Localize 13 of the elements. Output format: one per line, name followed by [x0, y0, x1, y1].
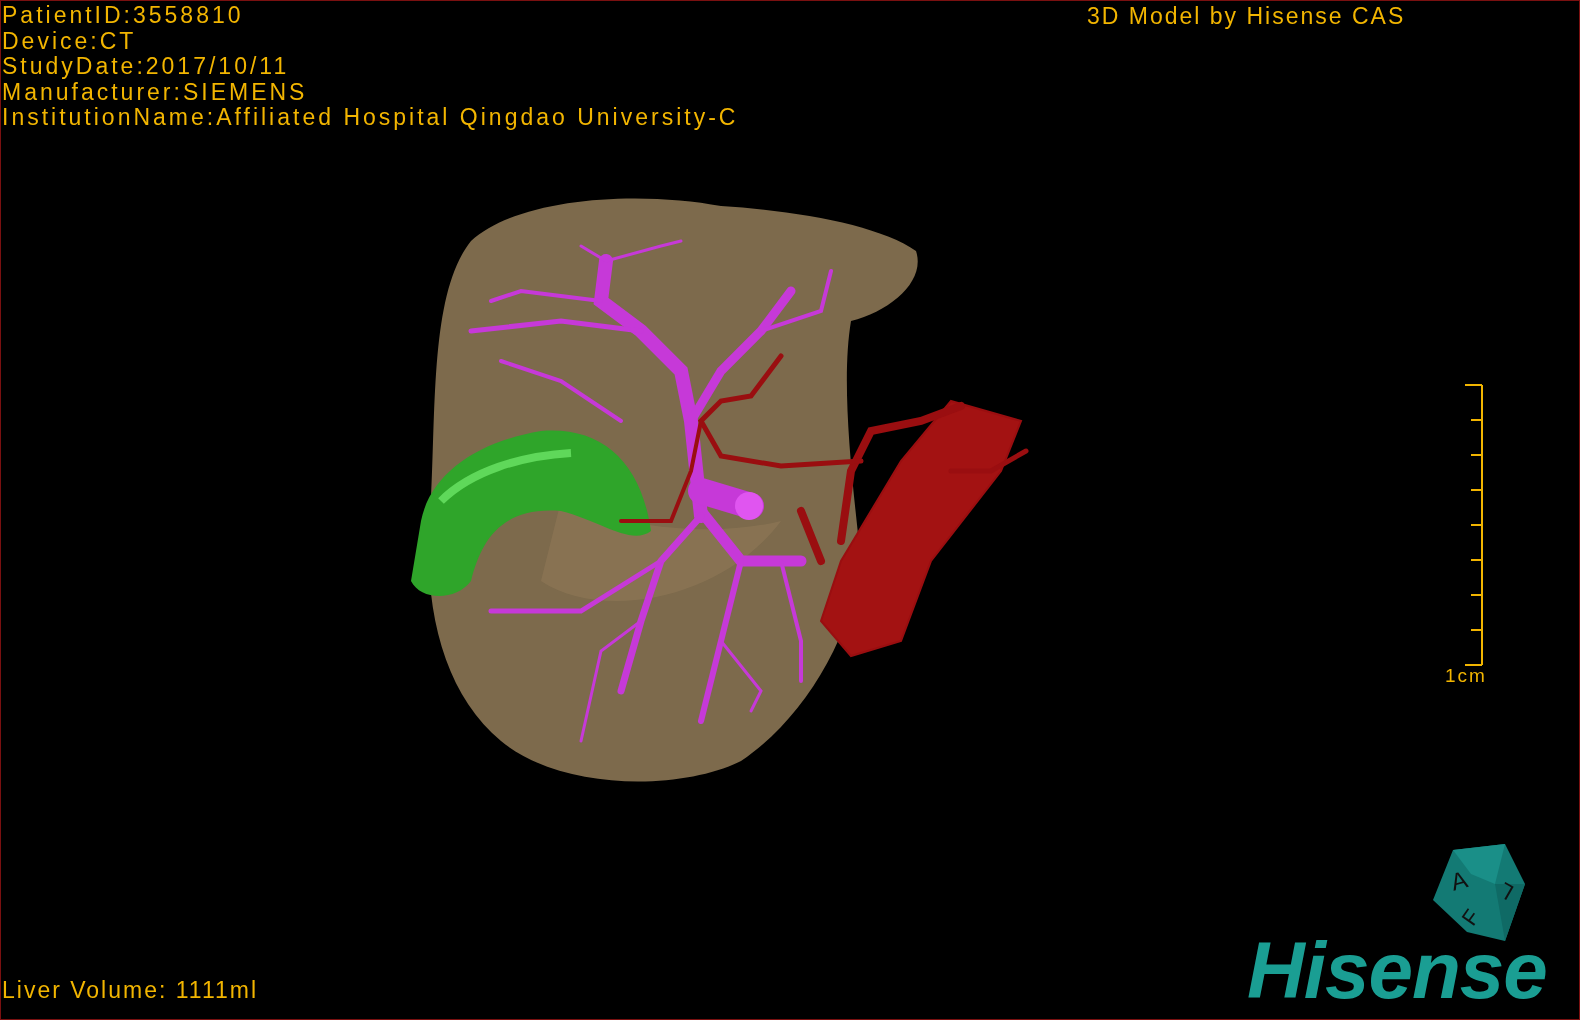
liver-volume: Liver Volume: 1111ml — [2, 977, 259, 1003]
cube-face-label: F — [1456, 904, 1485, 930]
scale-bar-label: 1cm — [1445, 666, 1487, 686]
viewer-title: 3D Model by Hisense CAS — [1087, 3, 1406, 29]
cube-face-label: A — [1447, 865, 1471, 896]
orientation-cube[interactable]: A L F — [1431, 844, 1527, 942]
scale-bar-icon — [1463, 384, 1483, 666]
info-line: InstitutionName:Affiliated Hospital Qingdao University-C — [2, 105, 739, 131]
info-line: Device:CT — [2, 28, 138, 54]
info-line: Manufacturer:SIEMENS — [2, 79, 309, 105]
info-line: PatientID:3558810 — [2, 3, 245, 29]
cube-face-label: L — [1494, 877, 1518, 906]
info-line: StudyDate:2017/10/11 — [2, 54, 291, 80]
